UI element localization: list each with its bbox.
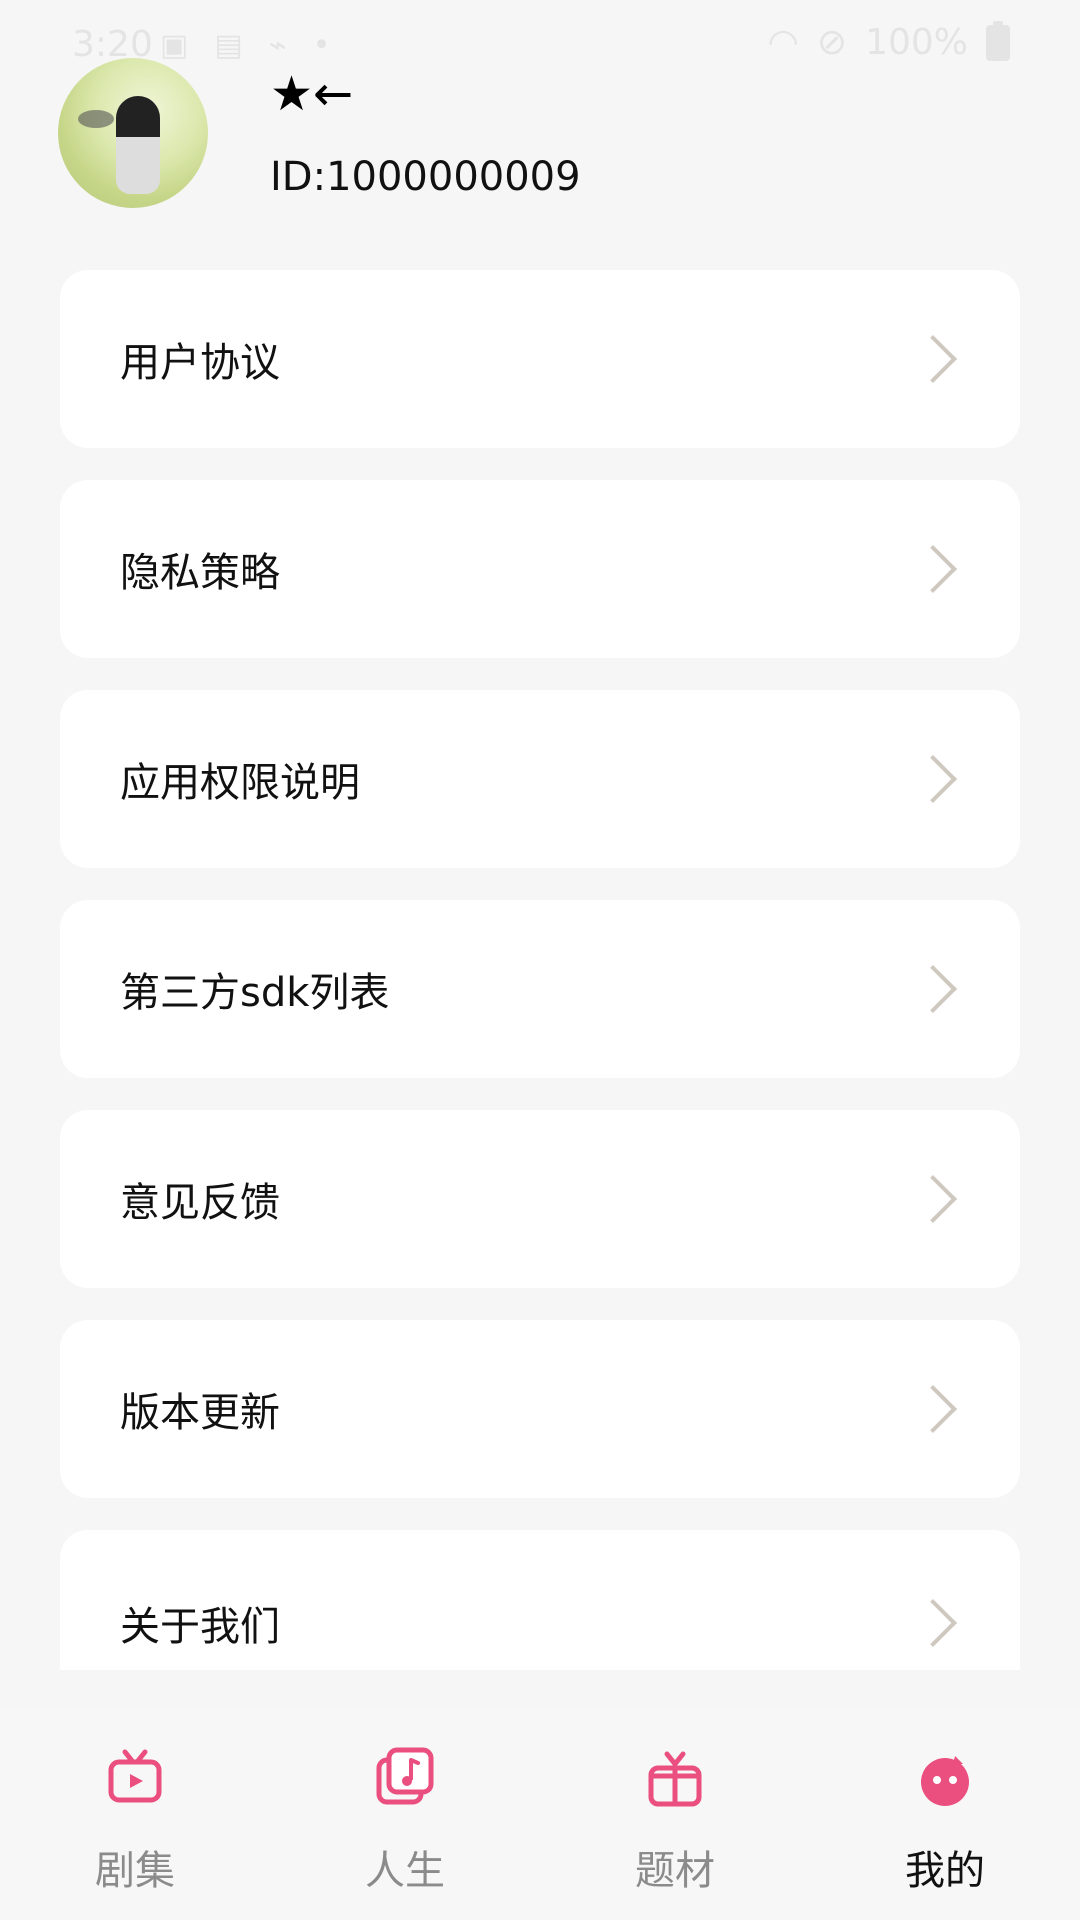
chevron-right-icon [908,754,958,804]
music-library-icon [373,1746,437,1810]
avatar-photo-detail [78,110,114,128]
nav-tab-mine[interactable]: 我的 [855,1746,1035,1906]
menu-item-label: 意见反馈 [120,1180,280,1226]
menu-item-label: 用户协议 [120,340,280,386]
status-right-icons: ◠ ⊘ 100% [767,20,1010,63]
chevron-right-icon [908,1384,958,1434]
user-name: ★← [270,66,354,122]
do-not-disturb-icon: ⊘ [816,22,848,63]
battery-percent: 100% [865,22,968,63]
chevron-right-icon [908,334,958,384]
gift-box-icon [643,1746,707,1810]
menu-item-about-us[interactable]: 关于我们 [60,1530,1020,1670]
settings-menu: 用户协议 隐私策略 应用权限说明 第三方sdk列表 意见反馈 版本更新 关于我们 [60,270,1020,1702]
menu-item-third-party-sdk[interactable]: 第三方sdk列表 [60,900,1020,1078]
nav-tab-label: 剧集 [95,1848,175,1894]
menu-item-label: 第三方sdk列表 [120,970,390,1016]
menu-item-user-agreement[interactable]: 用户协议 [60,270,1020,448]
mascot-face-icon [913,1746,977,1810]
chevron-right-icon [908,964,958,1014]
chevron-right-icon [908,1174,958,1224]
menu-item-label: 应用权限说明 [120,760,360,806]
wifi-icon: ◠ [767,22,799,63]
menu-item-label: 关于我们 [120,1604,280,1650]
menu-item-label: 隐私策略 [120,550,280,596]
nav-tab-topics[interactable]: 题材 [585,1746,765,1906]
bottom-navigation: 剧集 人生 题材 我的 [0,1708,1080,1920]
avatar-photo-subject [116,96,160,194]
menu-item-version-update[interactable]: 版本更新 [60,1320,1020,1498]
nav-tab-series[interactable]: 剧集 [45,1746,225,1906]
nav-tab-life[interactable]: 人生 [315,1746,495,1906]
chevron-right-icon [908,544,958,594]
battery-icon [986,20,1010,61]
nav-tab-label: 人生 [365,1848,445,1894]
menu-item-app-permissions[interactable]: 应用权限说明 [60,690,1020,868]
nav-tab-label: 题材 [635,1848,715,1894]
nav-tab-label: 我的 [905,1848,985,1894]
tv-play-icon [103,1746,167,1810]
user-id: ID:1000000009 [270,154,581,200]
avatar[interactable] [58,58,208,208]
menu-item-feedback[interactable]: 意见反馈 [60,1110,1020,1288]
profile-header[interactable]: ★← ID:1000000009 [58,58,1038,218]
menu-item-privacy-policy[interactable]: 隐私策略 [60,480,1020,658]
my-page-screen: 3:20 ▣ ▤ ⌁ • ◠ ⊘ 100% ★← ID:1000000009 用… [0,0,1080,1920]
chevron-right-icon [908,1598,958,1648]
menu-item-label: 版本更新 [120,1390,280,1436]
